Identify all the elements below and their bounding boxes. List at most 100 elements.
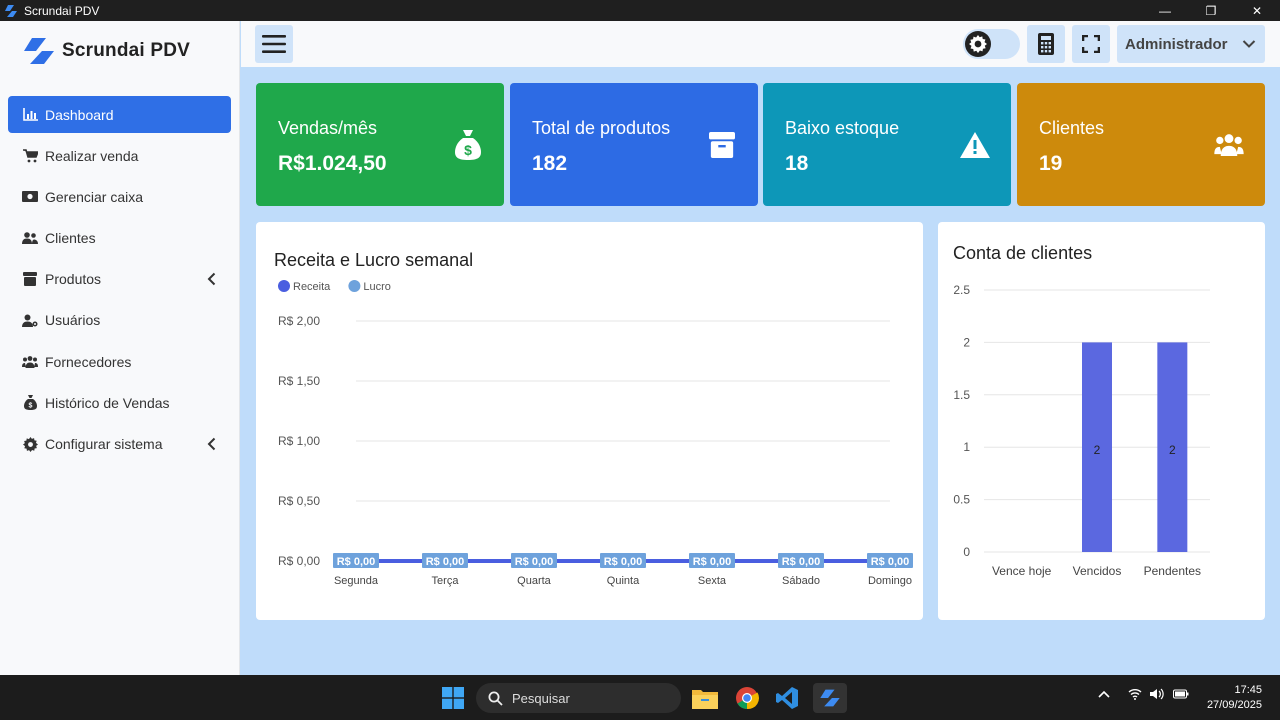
sidebar-item-label: Realizar venda [45, 147, 139, 164]
data-label: R$ 0,00 [515, 556, 554, 568]
weekly-line-chart: Receita Lucro R$ 0,00 R$ 0,50 R$ 1,00 R$ 1,50… [278, 280, 913, 587]
cart-icon [22, 148, 38, 164]
bar-value-label: 2 [1169, 443, 1176, 457]
menu-toggle-button[interactable] [255, 25, 293, 63]
search-placeholder: Pesquisar [512, 690, 570, 706]
sun-icon [965, 31, 991, 57]
sidebar-item-fornecedores[interactable]: Fornecedores [8, 343, 231, 380]
sidebar: Scrundai PDV Dashboard Realizar venda Ge… [0, 21, 240, 675]
tray-chevron-icon[interactable] [1098, 688, 1110, 702]
x-tick-label: Sábado [782, 575, 820, 587]
brand[interactable]: Scrundai PDV [0, 21, 239, 81]
sidebar-item-label: Produtos [45, 271, 102, 288]
sidebar-item-label: Histórico de Vendas [45, 394, 170, 411]
sidebar-item-label: Usuários [45, 312, 101, 329]
search-icon [488, 691, 503, 706]
clock-date: 27/09/2025 [1206, 699, 1262, 711]
sidebar-item-clientes[interactable]: Clientes [8, 220, 231, 257]
y-tick-label: R$ 2,00 [278, 314, 320, 328]
sidebar-item-gerenciar-caixa[interactable]: Gerenciar caixa [8, 178, 231, 215]
close-button[interactable]: ✕ [1234, 0, 1280, 21]
data-label: R$ 0,00 [871, 556, 910, 568]
stat-value: 182 [532, 152, 568, 175]
theme-toggle[interactable] [963, 29, 1020, 59]
y-tick-label: R$ 1,50 [278, 374, 320, 388]
legend-label: Receita [293, 281, 331, 293]
sidebar-item-label: Gerenciar caixa [45, 188, 144, 205]
maximize-button[interactable]: ❐ [1188, 0, 1234, 21]
x-tick-label: Vencidos [1073, 564, 1122, 578]
svg-text:$: $ [28, 403, 32, 410]
stat-card-clientes[interactable]: Clientes 19 [1017, 83, 1265, 206]
gear-icon [22, 436, 38, 452]
file-explorer-button[interactable] [690, 683, 720, 713]
svg-text:$: $ [464, 142, 472, 158]
fullscreen-button[interactable] [1072, 25, 1110, 63]
x-tick-label: Segunda [334, 575, 379, 587]
user-menu-button[interactable]: Administrador [1117, 25, 1265, 63]
battery-icon[interactable] [1173, 688, 1189, 703]
sidebar-item-usuarios[interactable]: Usuários [8, 302, 231, 339]
weekly-chart-panel: Receita e Lucro semanal Receita Lucro R$ 0… [256, 222, 923, 620]
chevron-down-icon [1242, 40, 1256, 48]
scrundai-app-button[interactable] [813, 683, 847, 713]
hamburger-icon [262, 35, 286, 53]
chevron-left-icon[interactable] [205, 437, 219, 451]
stat-card-baixo-estoque[interactable]: Baixo estoque 18 [763, 83, 1011, 206]
chrome-button[interactable] [732, 683, 762, 713]
x-tick-label: Pendentes [1144, 564, 1201, 578]
y-tick-label: R$ 0,50 [278, 494, 320, 508]
taskbar-search[interactable]: Pesquisar [476, 683, 681, 713]
stat-card-vendas[interactable]: Vendas/mês R$1.024,50 $ [256, 83, 504, 206]
sidebar-nav: Dashboard Realizar venda Gerenciar caixa… [0, 96, 239, 463]
sidebar-item-dashboard[interactable]: Dashboard [8, 96, 231, 133]
calculator-button[interactable] [1027, 25, 1065, 63]
expand-icon [1082, 35, 1100, 53]
window-titlebar: Scrundai PDV — ❐ ✕ [0, 0, 1280, 21]
app-logo-icon [820, 689, 840, 707]
sidebar-item-historico-vendas[interactable]: $ Histórico de Vendas [8, 384, 231, 421]
box-icon [22, 271, 38, 287]
stat-label: Baixo estoque [785, 118, 900, 138]
vscode-button[interactable] [772, 683, 802, 713]
app-logo-icon [5, 4, 17, 17]
sidebar-item-label: Clientes [45, 230, 96, 247]
data-label: R$ 0,00 [693, 556, 732, 568]
stat-label: Vendas/mês [278, 118, 378, 138]
vscode-icon [776, 687, 798, 709]
x-tick-label: Vence hoje [992, 564, 1052, 578]
clients-bar-chart: 0 0.5 1 1.5 2 2.5 Vence hoje 2 Vencidos 2 Pendente… [953, 283, 1210, 578]
chevron-left-icon[interactable] [205, 272, 219, 286]
legend-swatch [348, 280, 361, 292]
taskbar-clock[interactable]: 17:45 27/09/2025 [1207, 683, 1262, 713]
x-tick-label: Domingo [868, 575, 912, 587]
data-label: R$ 0,00 [337, 556, 376, 568]
sidebar-item-realizar-venda[interactable]: Realizar venda [8, 137, 231, 174]
y-tick-label: R$ 1,00 [278, 434, 320, 448]
taskbar: Pesquisar 17:45 27/09/2025 [0, 675, 1280, 720]
users-icon [22, 230, 38, 246]
sidebar-item-configurar-sistema[interactable]: Configurar sistema [8, 426, 231, 463]
clock-time: 17:45 [1234, 684, 1262, 696]
user-cog-icon [22, 312, 38, 328]
window-title: Scrundai PDV [24, 3, 100, 18]
stat-card-produtos[interactable]: Total de produtos 182 [510, 83, 758, 206]
x-tick-label: Quarta [517, 575, 552, 587]
stat-value: 19 [1039, 152, 1063, 175]
data-label: R$ 0,00 [782, 556, 821, 568]
start-button[interactable] [438, 683, 468, 713]
volume-icon[interactable] [1150, 688, 1164, 703]
legend-label: Lucro [363, 281, 391, 293]
money-bag-icon: $ [22, 395, 38, 411]
y-tick-label: 1 [963, 440, 970, 454]
user-name: Administrador [1125, 35, 1228, 53]
sidebar-item-label: Fornecedores [45, 353, 132, 370]
sidebar-item-produtos[interactable]: Produtos [8, 261, 231, 298]
wifi-icon[interactable] [1128, 688, 1142, 703]
sidebar-item-label: Dashboard [45, 106, 114, 123]
brand-logo-icon [24, 38, 54, 64]
money-bill-icon [22, 189, 38, 205]
folder-icon [692, 690, 718, 709]
minimize-button[interactable]: — [1142, 0, 1188, 21]
sidebar-item-label: Configurar sistema [45, 436, 163, 452]
